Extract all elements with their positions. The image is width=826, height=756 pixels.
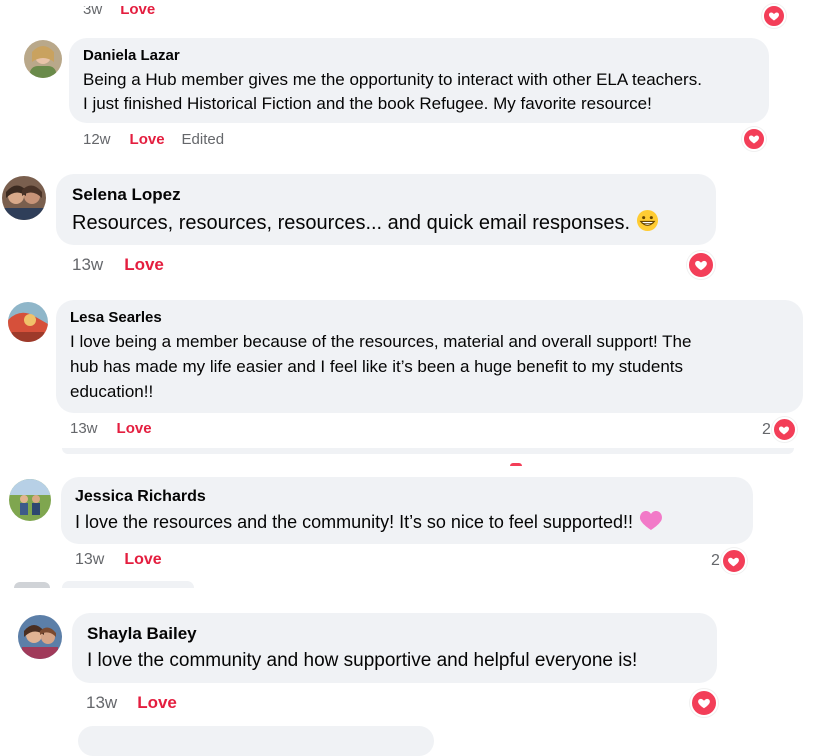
comment-bubble: Lesa Searles I love being a member becau…	[56, 300, 803, 413]
comment-author[interactable]: Daniela Lazar	[83, 47, 755, 65]
grinning-face-emoji	[636, 209, 659, 240]
comment-actions: 13w Love	[72, 255, 164, 275]
comment-actions: 13w Love	[70, 420, 152, 437]
love-action[interactable]: Love	[124, 255, 164, 275]
comment-time[interactable]: 3w	[83, 6, 102, 18]
comment-time[interactable]: 13w	[72, 255, 103, 275]
comment-text: Being a Hub member gives me the opportun…	[83, 70, 702, 89]
love-action[interactable]: Love	[137, 693, 177, 713]
comment-time[interactable]: 13w	[86, 693, 117, 713]
comment-text: education!!	[70, 382, 154, 401]
heart-icon[interactable]	[742, 127, 766, 151]
comment-bubble: Jessica Richards I love the resources an…	[61, 477, 753, 544]
reaction-summary[interactable]	[687, 251, 715, 279]
comment-text: I love the resources and the community! …	[75, 512, 633, 532]
pink-heart-emoji	[639, 509, 663, 539]
comment-time[interactable]: 13w	[75, 551, 104, 569]
comment-text: hub has made my life easier and I feel l…	[70, 357, 683, 376]
comment-text: I love the community and how supportive …	[87, 650, 638, 671]
heart-icon[interactable]	[690, 689, 718, 717]
next-comment-bubble	[78, 726, 434, 756]
comment-bubble: Daniela Lazar Being a Hub member gives m…	[69, 38, 769, 123]
reaction-count: 2	[711, 552, 720, 569]
collapsed-reply-bubble	[62, 448, 794, 454]
collapsed-reply-avatar	[14, 582, 50, 588]
collapsed-reply-heart-icon	[510, 463, 522, 466]
heart-icon[interactable]	[720, 548, 747, 574]
reaction-count: 2	[762, 420, 771, 438]
comment-actions: 13w Love	[75, 551, 162, 569]
comment-author[interactable]: Selena Lopez	[72, 185, 700, 205]
comment-text: I just finished Historical Fiction and t…	[83, 94, 652, 113]
comment-author[interactable]: Jessica Richards	[75, 487, 739, 506]
avatar[interactable]	[8, 302, 48, 342]
comment-text-line: Resources, resources, resources... and q…	[72, 209, 700, 240]
avatar[interactable]	[18, 615, 62, 659]
comment-bubble: Shayla Bailey I love the community and h…	[72, 613, 717, 683]
comment-time[interactable]: 13w	[70, 420, 98, 437]
comment-text: Resources, resources, resources... and q…	[72, 212, 631, 234]
top-partial-heart-icon[interactable]	[762, 4, 786, 28]
love-action[interactable]: Love	[124, 551, 161, 569]
heart-icon[interactable]	[771, 417, 797, 442]
comment-actions: 13w Love	[86, 693, 177, 713]
comment-time[interactable]: 12w	[83, 131, 111, 148]
love-action[interactable]: Love	[130, 131, 165, 148]
love-action[interactable]: Love	[117, 420, 152, 437]
comment-text: I love being a member because of the res…	[70, 332, 692, 351]
comment-author[interactable]: Lesa Searles	[70, 309, 789, 327]
reaction-summary[interactable]: 2	[711, 548, 747, 574]
collapsed-reply-bubble	[62, 581, 194, 588]
heart-icon[interactable]	[687, 251, 715, 279]
avatar[interactable]	[24, 40, 62, 78]
comment-bubble: Selena Lopez Resources, resources, resou…	[56, 174, 716, 245]
reaction-summary[interactable]	[742, 127, 766, 151]
comment-actions: 12w Love Edited	[83, 131, 224, 148]
comment-text-line: I love the resources and the community! …	[75, 508, 739, 539]
comment-author[interactable]: Shayla Bailey	[87, 624, 702, 644]
avatar[interactable]	[2, 176, 46, 220]
edited-label: Edited	[181, 131, 225, 148]
top-partial-meta: 3w Love	[83, 6, 155, 20]
reaction-summary[interactable]: 2	[762, 417, 797, 442]
reaction-summary[interactable]	[690, 689, 718, 717]
avatar[interactable]	[9, 479, 51, 521]
love-action[interactable]: Love	[120, 6, 155, 18]
